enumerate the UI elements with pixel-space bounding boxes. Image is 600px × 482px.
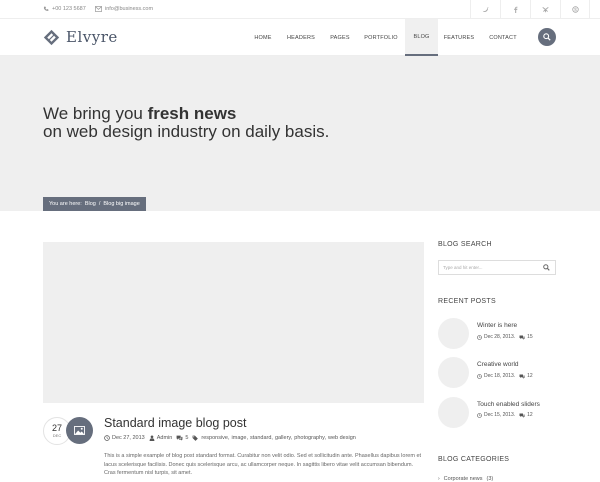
facebook-link[interactable] bbox=[500, 0, 530, 19]
blog-categories-heading: BLOG CATEGORIES bbox=[438, 456, 510, 463]
category-count: (3) bbox=[486, 476, 494, 482]
search-icon bbox=[543, 33, 551, 41]
comments-icon bbox=[519, 335, 525, 340]
breadcrumb-separator: / bbox=[98, 201, 101, 207]
post-date: Dec 27, 2013 bbox=[112, 435, 145, 441]
twitter-link[interactable] bbox=[470, 0, 500, 19]
recent-post-comments: 12 bbox=[527, 373, 533, 379]
comments-icon bbox=[176, 435, 183, 441]
clock-icon bbox=[104, 435, 110, 441]
recent-post-title[interactable]: Touch enabled sliders bbox=[477, 401, 540, 408]
nav-contact[interactable]: CONTACT bbox=[485, 19, 521, 56]
recent-post-meta: Dec 28, 2013. 15 bbox=[477, 334, 533, 340]
email-address[interactable]: info@business.com bbox=[105, 6, 153, 12]
twitter-icon bbox=[482, 7, 489, 12]
tag-link[interactable]: photography, bbox=[294, 435, 326, 441]
clock-icon bbox=[477, 334, 482, 340]
nav-features[interactable]: FEATURES bbox=[442, 19, 476, 56]
page-hero: We bring you fresh news on web design in… bbox=[0, 56, 600, 211]
hero-heading-line2: on web design industry on daily basis. bbox=[43, 122, 330, 141]
recent-post-meta: Dec 18, 2013. 12 bbox=[477, 373, 533, 379]
recent-post-date: Dec 15, 2013. bbox=[484, 412, 516, 418]
blog-search-input[interactable]: Type and hit enter... bbox=[438, 260, 556, 275]
hero-heading-bold: fresh news bbox=[147, 104, 237, 123]
recent-post-date: Dec 28, 2013. bbox=[484, 334, 516, 340]
category-item[interactable]: › Corporate news (3) bbox=[438, 476, 493, 482]
hero-heading-line1: We bring you fresh news bbox=[43, 105, 236, 123]
tag-link[interactable]: responsive, bbox=[201, 435, 229, 441]
post-author[interactable]: Admin bbox=[157, 435, 173, 441]
logo[interactable]: Elvyre bbox=[43, 28, 118, 46]
breadcrumb: You are here: Blog / Blog big image bbox=[43, 197, 146, 211]
post-date-meta: Dec 27, 2013 bbox=[104, 435, 145, 441]
email-contact[interactable]: info@business.com bbox=[95, 6, 153, 12]
nav-headers[interactable]: HEADERS bbox=[282, 19, 320, 56]
nav-home[interactable]: HOME bbox=[244, 19, 282, 56]
nav-blog[interactable]: BLOG bbox=[405, 19, 438, 56]
recent-post-date: Dec 18, 2013. bbox=[484, 373, 516, 379]
post-meta: Dec 27, 2013 Admin 5 responsive, image, … bbox=[104, 435, 356, 441]
recent-post-title[interactable]: Creative world bbox=[477, 361, 519, 368]
vk-icon bbox=[542, 7, 549, 13]
breadcrumb-prefix: You are here: bbox=[49, 201, 82, 207]
user-icon bbox=[149, 435, 155, 441]
blog-search-heading: BLOG SEARCH bbox=[438, 241, 492, 248]
search-placeholder: Type and hit enter... bbox=[443, 265, 483, 270]
phone-icon bbox=[43, 6, 49, 11]
logo-text: Elvyre bbox=[66, 28, 118, 46]
recent-post-comments: 15 bbox=[527, 334, 533, 340]
breadcrumb-current: Blog big image bbox=[103, 201, 140, 207]
search-icon[interactable] bbox=[543, 264, 550, 271]
tags-icon bbox=[192, 435, 199, 441]
recent-post-thumbnail[interactable] bbox=[438, 357, 469, 388]
tag-link[interactable]: standard, bbox=[250, 435, 273, 441]
post-tags-meta: responsive, image, standard, gallery, ph… bbox=[192, 435, 356, 441]
recent-post-comments: 12 bbox=[527, 412, 533, 418]
category-name[interactable]: Corporate news bbox=[444, 476, 483, 482]
image-icon bbox=[74, 426, 85, 435]
facebook-icon bbox=[514, 6, 518, 13]
nav-pages[interactable]: PAGES bbox=[322, 19, 358, 56]
tag-link[interactable]: gallery, bbox=[275, 435, 292, 441]
breadcrumb-blog-link[interactable]: Blog bbox=[85, 201, 96, 207]
site-header: Elvyre HOME HEADERS PAGES PORTFOLIO BLOG… bbox=[0, 19, 600, 56]
header-search-button[interactable] bbox=[538, 28, 556, 46]
chevron-right-icon: › bbox=[438, 476, 440, 482]
recent-post-thumbnail[interactable] bbox=[438, 397, 469, 428]
email-icon bbox=[95, 6, 102, 12]
phone-number: +00 123 5687 bbox=[52, 6, 86, 12]
skype-link[interactable] bbox=[560, 0, 590, 19]
logo-icon bbox=[43, 29, 60, 45]
clock-icon bbox=[477, 373, 482, 379]
hero-heading-prefix: We bring you bbox=[43, 104, 148, 123]
nav-portfolio[interactable]: PORTFOLIO bbox=[360, 19, 402, 56]
skype-icon bbox=[571, 6, 579, 13]
tag-link[interactable]: web design bbox=[328, 435, 356, 441]
post-image[interactable] bbox=[43, 242, 424, 403]
recent-post-title[interactable]: Winter is here bbox=[477, 322, 517, 329]
tag-link[interactable]: image, bbox=[232, 435, 249, 441]
recent-post-thumbnail[interactable] bbox=[438, 318, 469, 349]
comments-icon bbox=[519, 413, 525, 418]
vk-link[interactable] bbox=[530, 0, 560, 19]
comments-icon bbox=[519, 374, 525, 379]
recent-post-meta: Dec 15, 2013. 12 bbox=[477, 412, 533, 418]
post-format-badge bbox=[66, 417, 93, 444]
phone-contact: +00 123 5687 bbox=[43, 6, 86, 12]
post-author-meta[interactable]: Admin bbox=[149, 435, 173, 441]
clock-icon bbox=[477, 412, 482, 418]
post-comments-meta[interactable]: 5 bbox=[176, 435, 188, 441]
recent-posts-heading: RECENT POSTS bbox=[438, 298, 496, 305]
top-bar: +00 123 5687 info@business.com bbox=[0, 0, 600, 19]
post-excerpt: This is a simple example of blog post st… bbox=[104, 453, 422, 476]
post-comments-count[interactable]: 5 bbox=[185, 435, 188, 441]
post-title[interactable]: Standard image blog post bbox=[104, 416, 246, 430]
